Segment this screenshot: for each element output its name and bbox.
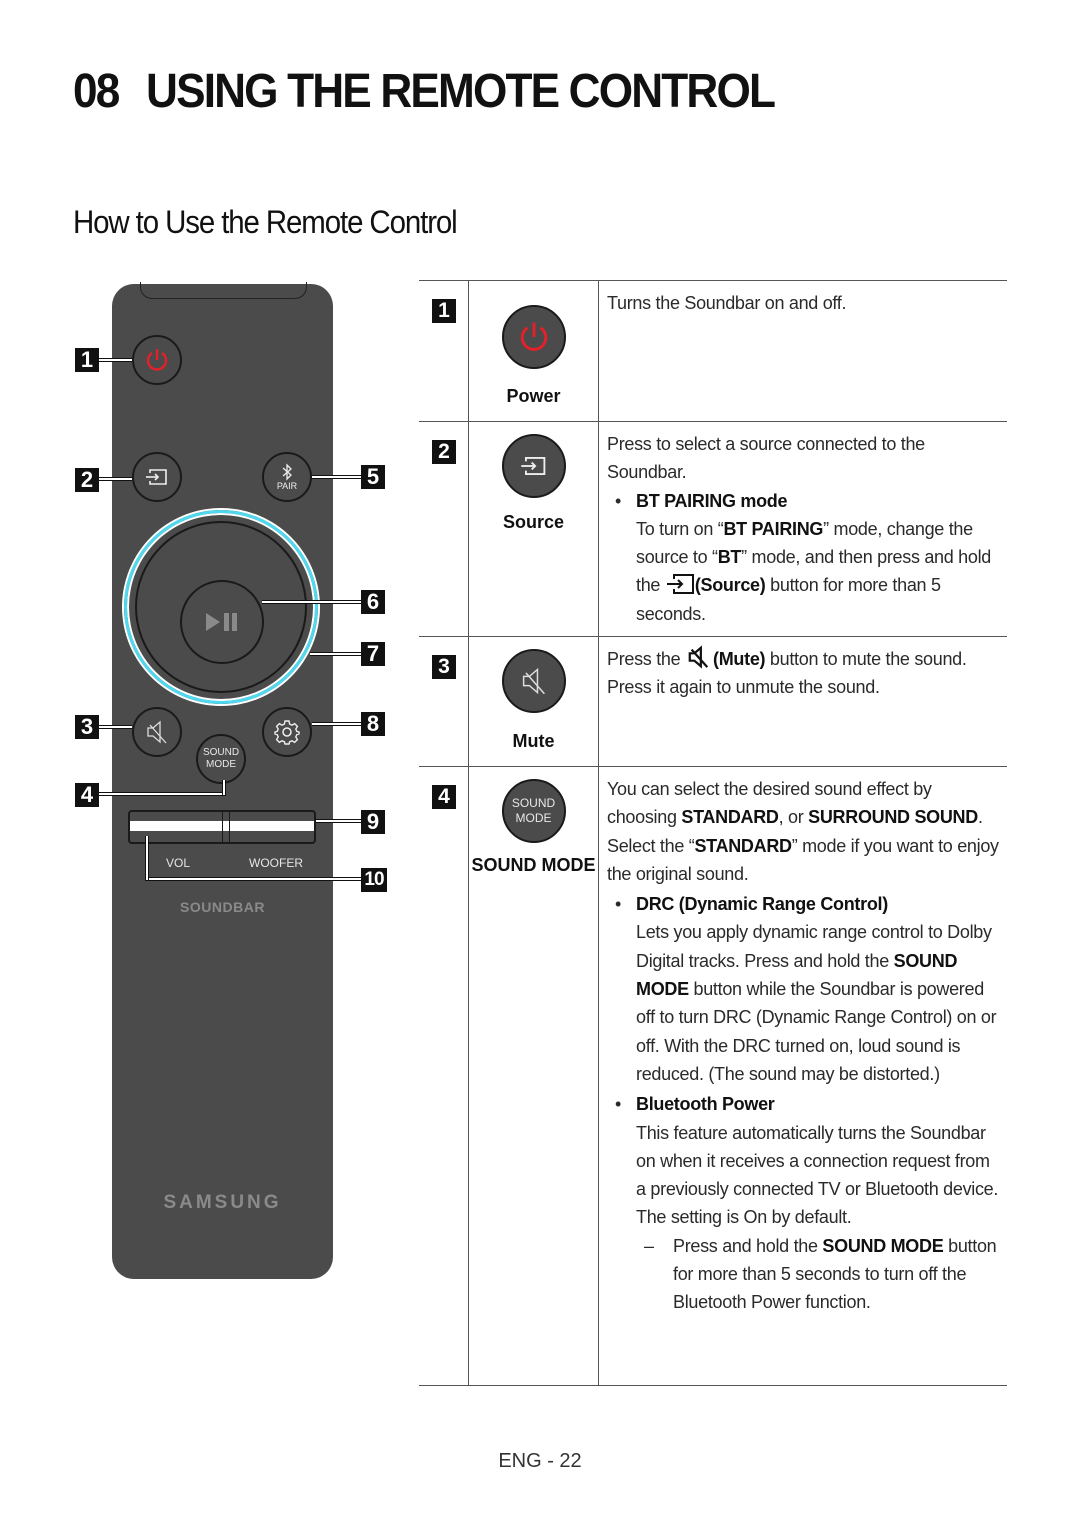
power-icon [520, 322, 547, 351]
button-name: Source [502, 512, 565, 532]
bold-text: SURROUND SOUND [808, 807, 978, 828]
remote-mute-button [132, 707, 182, 757]
play-pause-icon [206, 613, 237, 631]
bold-text: STANDARD [681, 807, 779, 828]
callout-7: 7 [361, 642, 385, 666]
callout-4: 4 [75, 783, 99, 807]
leader-line [99, 792, 226, 796]
button-name: Power [506, 386, 561, 406]
bold-text: (Mute) [713, 649, 766, 669]
button-name: Mute [512, 731, 555, 751]
mute-button-illustration [501, 649, 566, 713]
bullet-item: • DRC (Dynamic Range Control) Lets you a… [607, 890, 999, 1088]
remote-pair-button: PAIR [262, 452, 312, 502]
callout-2: 2 [75, 468, 99, 492]
row-description: Press to select a source connected to th… [607, 434, 925, 483]
table-row: 4 SOUND MODE SOUND MODE You can select t… [419, 766, 1007, 1386]
power-button-illustration [501, 305, 566, 369]
bullet-title: BT PAIRING mode [636, 490, 788, 511]
woofer-label: WOOFER [249, 856, 303, 870]
sound-mode-label-1: SOUND [202, 747, 240, 758]
bold-text: SOUND MODE [822, 1235, 944, 1256]
text: Press and hold the [673, 1235, 823, 1256]
remote-sound-mode-button: SOUND MODE [196, 734, 246, 784]
leader-line [99, 358, 132, 362]
button-name: SOUND MODE [471, 855, 596, 875]
text: To turn on “ [636, 518, 724, 539]
source-icon [146, 469, 167, 485]
source-icon [520, 457, 545, 475]
mute-icon [522, 667, 545, 695]
leader-line [145, 877, 361, 881]
callout-6: 6 [361, 590, 385, 614]
mute-icon [688, 645, 709, 669]
leader-line [99, 477, 132, 481]
vol-label: VOL [166, 856, 191, 870]
remote-source-button [132, 452, 182, 502]
bullet-item: • Bluetooth Power This feature automatic… [607, 1090, 999, 1231]
leader-line [262, 600, 361, 604]
remote-top-slot [140, 282, 307, 299]
mute-icon [147, 720, 167, 744]
callout-1: 1 [75, 348, 99, 372]
power-icon [146, 349, 168, 371]
bold-text: BT PAIRING [723, 518, 824, 539]
sound-mode-text: SOUND [511, 796, 556, 810]
chapter-number: 08 [73, 65, 120, 118]
dash-item: – Press and hold the SOUND MODE button f… [644, 1235, 997, 1313]
leader-line [312, 475, 361, 479]
row-number: 3 [432, 655, 456, 679]
samsung-logo: SAMSUNG [163, 1192, 282, 1213]
remote-vol-woofer-rocker [128, 810, 316, 844]
source-icon [666, 574, 694, 595]
source-button-illustration [501, 434, 566, 498]
text: This feature automatically turns the Sou… [636, 1122, 999, 1228]
button-description-table: 1 Power Turns the Soundbar on and off. 2… [419, 280, 1007, 1386]
bullet-title: DRC (Dynamic Range Control) [636, 894, 888, 915]
leader-line [99, 725, 132, 729]
callout-8: 8 [361, 712, 385, 736]
bold-text: (Source) [694, 575, 766, 596]
sound-mode-text: MODE [515, 811, 552, 825]
table-row: 2 Source Press to select a source connec… [419, 421, 1007, 636]
bold-text: STANDARD [694, 835, 792, 856]
text: , or [778, 807, 809, 828]
leader-line [145, 836, 149, 880]
table-row: 1 Power Turns the Soundbar on and off. [419, 280, 1007, 421]
remote-settings-button [262, 707, 312, 757]
remote-play-pause-button [180, 580, 264, 664]
leader-line [312, 722, 361, 726]
sound-mode-button-illustration: SOUND MODE [501, 779, 566, 843]
bullet-title: Bluetooth Power [636, 1094, 775, 1115]
callout-9: 9 [361, 810, 385, 834]
leader-line [310, 652, 361, 656]
remote-power-button [132, 335, 182, 385]
page-number: ENG - 22 [498, 1450, 582, 1472]
text: button while the Soundbar is powered off… [636, 979, 997, 1084]
soundbar-label: SOUNDBAR [180, 899, 265, 915]
leader-line [222, 780, 226, 795]
table-row: 3 Mute Press the (Mute) button to mute t… [419, 636, 1007, 766]
bluetooth-icon [282, 463, 292, 481]
sound-mode-label-2: MODE [206, 759, 236, 770]
bold-text: BT [717, 547, 742, 568]
bullet-item: • BT PAIRING mode To turn on “BT PAIRING… [607, 487, 999, 628]
pair-label: PAIR [276, 481, 298, 491]
row-description: Turns the Soundbar on and off. [607, 293, 847, 313]
leader-line [316, 819, 361, 823]
callout-10: 10 [361, 868, 387, 892]
chapter-title: USING THE REMOTE CONTROL [146, 65, 776, 118]
callout-5: 5 [361, 465, 385, 489]
row-number: 1 [432, 299, 456, 323]
row-number: 4 [432, 785, 456, 809]
row-number: 2 [432, 440, 456, 464]
callout-3: 3 [75, 715, 99, 739]
text: Press the [607, 649, 686, 669]
chapter-heading: 08 USING THE REMOTE CONTROL [73, 64, 776, 119]
gear-icon [274, 720, 300, 745]
section-title: How to Use the Remote Control [73, 204, 458, 240]
